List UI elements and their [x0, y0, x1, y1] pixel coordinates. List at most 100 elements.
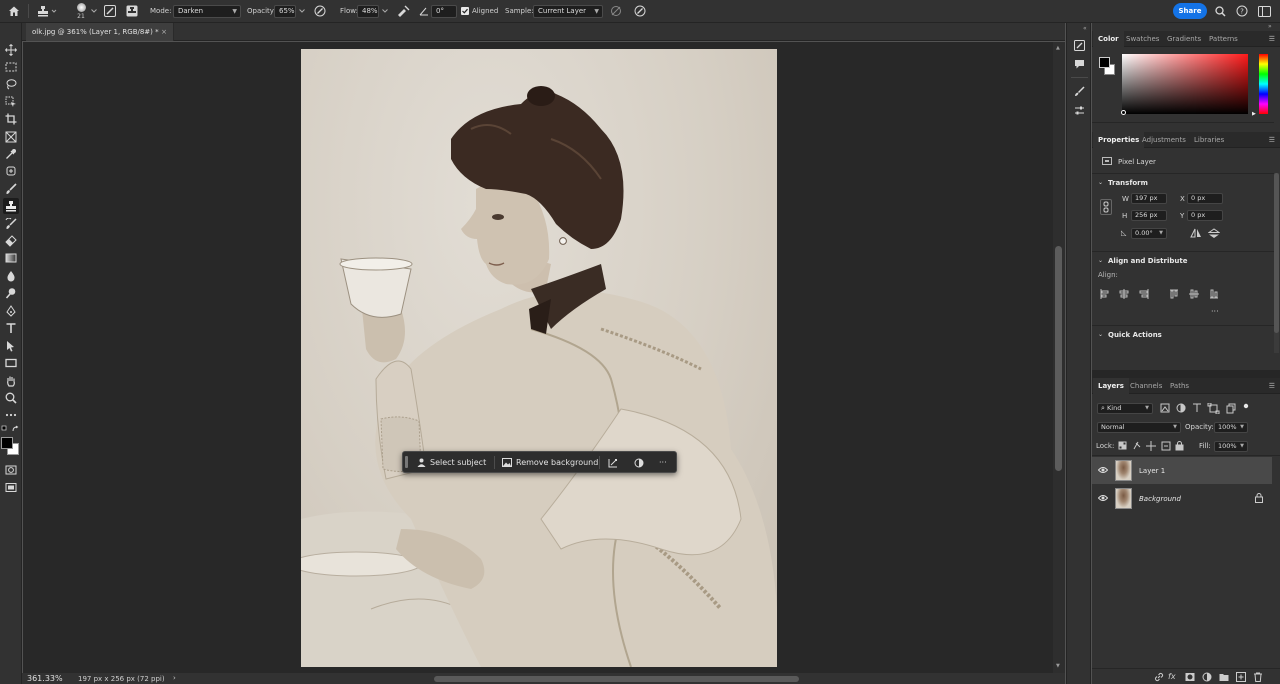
- link-dimensions-icon[interactable]: [1100, 199, 1112, 215]
- blend-mode-dropdown[interactable]: Normal ▼: [1097, 422, 1181, 433]
- pressure-opacity-icon[interactable]: [313, 3, 327, 19]
- share-button[interactable]: Share: [1173, 3, 1207, 19]
- brush-settings-panel-icon[interactable]: [1072, 38, 1087, 53]
- drag-handle[interactable]: [405, 456, 408, 468]
- comments-panel-icon[interactable]: [1072, 57, 1087, 72]
- document-tab[interactable]: olk.jpg @ 361% (Layer 1, RGB/8#) * ×: [26, 23, 174, 41]
- visibility-eye-icon[interactable]: [1098, 466, 1108, 474]
- tab-patterns[interactable]: Patterns: [1209, 31, 1238, 47]
- opacity-field[interactable]: 65%: [274, 5, 296, 18]
- hue-slider-handle-icon[interactable]: ▶: [1252, 111, 1256, 117]
- angle-field[interactable]: 0.00° ▼: [1131, 228, 1167, 239]
- add-mask-icon[interactable]: [1185, 672, 1195, 682]
- pressure-size-icon[interactable]: [633, 3, 647, 19]
- ignore-adjustment-layers-icon[interactable]: [609, 3, 623, 19]
- brush-size-chevron-icon[interactable]: [90, 3, 98, 19]
- layer-row-layer-1[interactable]: Layer 1: [1092, 457, 1272, 484]
- transform-button[interactable]: [608, 455, 618, 470]
- y-field[interactable]: 0 px: [1187, 210, 1223, 221]
- sample-dropdown[interactable]: Current Layer ▼: [533, 5, 603, 18]
- dodge-tool-icon[interactable]: [3, 285, 19, 301]
- toggle-brush-settings-icon[interactable]: [103, 3, 117, 19]
- opacity-chevron-icon[interactable]: [297, 3, 307, 19]
- mode-dropdown[interactable]: Darken ▼: [173, 5, 241, 18]
- airbrush-icon[interactable]: [396, 3, 410, 19]
- foreground-color-swatch[interactable]: [1, 437, 13, 449]
- adjustment-layer-icon[interactable]: [1202, 672, 1212, 682]
- lasso-tool-icon[interactable]: [3, 76, 19, 92]
- vertical-scroll-thumb[interactable]: [1055, 246, 1062, 471]
- panel-foreground-swatch[interactable]: [1099, 57, 1110, 68]
- vertical-scrollbar[interactable]: ▲ ▼: [1053, 42, 1065, 673]
- quick-mask-icon[interactable]: [3, 462, 19, 478]
- path-selection-tool-icon[interactable]: [3, 338, 19, 354]
- select-subject-button[interactable]: Select subject: [417, 455, 486, 470]
- horizontal-scroll-thumb[interactable]: [434, 676, 799, 682]
- more-align-options[interactable]: ···: [1211, 307, 1219, 316]
- pen-tool-icon[interactable]: [3, 303, 19, 319]
- eraser-tool-icon[interactable]: [3, 233, 19, 249]
- quick-actions-title[interactable]: Quick Actions: [1108, 331, 1162, 339]
- tab-color[interactable]: Color: [1093, 31, 1124, 47]
- tab-paths[interactable]: Paths: [1170, 378, 1189, 394]
- remove-background-button[interactable]: Remove background: [502, 455, 598, 470]
- crop-tool-icon[interactable]: [3, 111, 19, 127]
- close-icon[interactable]: ×: [161, 23, 167, 41]
- flip-vertical-icon[interactable]: [1208, 228, 1220, 239]
- layer-name[interactable]: Background: [1139, 495, 1181, 503]
- scroll-down-icon[interactable]: ▼: [1056, 663, 1060, 669]
- layer-name[interactable]: Layer 1: [1139, 467, 1165, 475]
- flip-horizontal-icon[interactable]: [1190, 228, 1202, 239]
- more-tools-icon[interactable]: [3, 407, 19, 423]
- history-brush-tool-icon[interactable]: [3, 216, 19, 232]
- default-swap-colors[interactable]: [1, 425, 21, 433]
- tab-layers[interactable]: Layers: [1093, 378, 1129, 394]
- layer-row-background[interactable]: Background: [1092, 485, 1272, 512]
- move-tool-icon[interactable]: [3, 42, 19, 58]
- gradient-tool-icon[interactable]: [3, 250, 19, 266]
- quick-actions-chevron-icon[interactable]: ⌄: [1098, 331, 1103, 338]
- scroll-up-icon[interactable]: ▲: [1056, 45, 1060, 51]
- help-icon[interactable]: ?: [1235, 3, 1249, 19]
- tab-swatches[interactable]: Swatches: [1126, 31, 1159, 47]
- rectangle-tool-icon[interactable]: [3, 355, 19, 371]
- properties-scrollbar[interactable]: [1274, 173, 1279, 353]
- align-section-title[interactable]: Align and Distribute: [1108, 257, 1187, 265]
- status-arrow-icon[interactable]: ›: [173, 674, 176, 682]
- screen-mode-icon[interactable]: [3, 480, 19, 496]
- collapse-icon[interactable]: «: [1083, 25, 1087, 32]
- new-layer-icon[interactable]: [1236, 672, 1246, 682]
- color-field[interactable]: [1121, 54, 1248, 115]
- visibility-eye-icon[interactable]: [1098, 494, 1108, 502]
- flow-field[interactable]: 48%: [357, 5, 379, 18]
- blur-tool-icon[interactable]: [3, 268, 19, 284]
- aligned-checkbox[interactable]: [461, 3, 469, 19]
- layer-effects-button[interactable]: fx: [1168, 672, 1176, 681]
- adjustment-button[interactable]: [634, 455, 644, 470]
- workspace-icon[interactable]: [1256, 3, 1272, 19]
- tab-channels[interactable]: Channels: [1130, 378, 1162, 394]
- search-icon[interactable]: [1213, 3, 1227, 19]
- tab-libraries[interactable]: Libraries: [1194, 132, 1224, 148]
- marquee-tool-icon[interactable]: [3, 59, 19, 75]
- tab-gradients[interactable]: Gradients: [1167, 31, 1201, 47]
- clone-source-panel-icon[interactable]: [125, 3, 139, 19]
- tab-properties[interactable]: Properties: [1093, 132, 1145, 148]
- color-picker-handle[interactable]: [1121, 110, 1126, 115]
- more-options-button[interactable]: ···: [659, 455, 667, 470]
- hand-tool-icon[interactable]: [3, 373, 19, 389]
- zoom-level[interactable]: 361.33%: [27, 674, 63, 683]
- height-field[interactable]: 256 px: [1131, 210, 1167, 221]
- object-selection-tool-icon[interactable]: [3, 94, 19, 110]
- delete-layer-icon[interactable]: [1253, 672, 1263, 682]
- adjustments-panel-icon[interactable]: [1072, 103, 1087, 118]
- clone-stamp-tool-icon[interactable]: [3, 198, 19, 214]
- align-chevron-icon[interactable]: ⌄: [1098, 257, 1103, 264]
- home-icon[interactable]: [6, 3, 22, 19]
- hue-slider[interactable]: [1259, 54, 1268, 114]
- type-tool-icon[interactable]: [3, 320, 19, 336]
- link-layers-icon[interactable]: [1154, 672, 1164, 682]
- expand-panels-icon[interactable]: »: [1268, 23, 1272, 30]
- transform-chevron-icon[interactable]: ⌄: [1098, 179, 1103, 186]
- frame-tool-icon[interactable]: [3, 129, 19, 145]
